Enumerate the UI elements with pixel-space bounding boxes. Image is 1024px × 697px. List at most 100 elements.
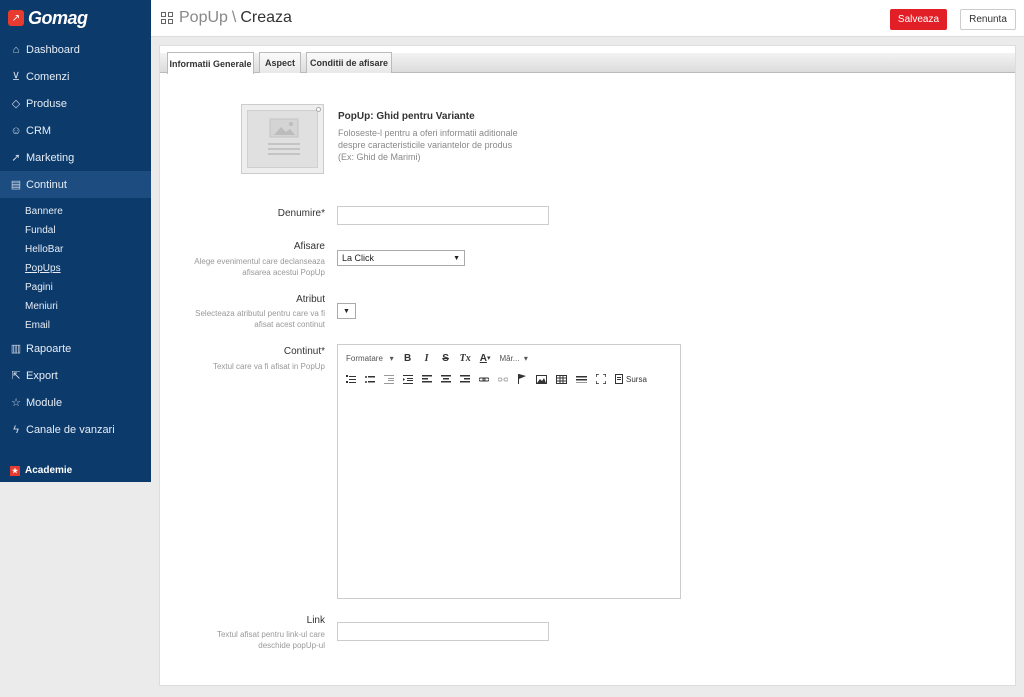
denumire-label: Denumire*	[277, 208, 325, 219]
bullet-list-icon[interactable]	[365, 373, 375, 385]
editor-toolbar-row-2: Sursa	[346, 371, 656, 387]
cart-icon: ⊻	[11, 71, 21, 83]
sidebar-item-comenzi[interactable]: ⊻ Comenzi	[0, 63, 151, 90]
align-center-icon[interactable]	[441, 373, 451, 385]
sidebar-item-academie[interactable]: ★ Academie	[10, 465, 72, 476]
link-icon[interactable]	[479, 373, 489, 385]
sidebar-item-label: Continut	[26, 178, 67, 191]
link-label: Link	[306, 615, 325, 626]
help-line: Selecteaza atributul pentru care va fi	[195, 309, 325, 318]
tab-informatii-generale[interactable]: Informatii Generale	[167, 52, 254, 74]
header: PopUp \ Creaza Salveaza Renunta	[151, 0, 1024, 37]
atribut-label: Atribut	[296, 294, 325, 305]
academie-icon: ★	[10, 465, 20, 476]
tab-aspect[interactable]: Aspect	[259, 52, 301, 73]
image-placeholder-icon	[247, 110, 318, 168]
sidebar-subitem-popups[interactable]: PopUps	[0, 259, 151, 278]
sidebar-subitem-email[interactable]: Email	[0, 316, 151, 335]
sidebar-item-continut[interactable]: ▤ Continut	[0, 171, 151, 198]
atribut-select[interactable]: ▼	[337, 303, 356, 319]
logo[interactable]: ↗ Gomag	[0, 0, 151, 36]
logo-text: Gomag	[28, 7, 88, 28]
sidebar: ↗ Gomag ⌂ Dashboard ⊻ Comenzi ◇ Produse …	[0, 0, 151, 482]
align-left-icon[interactable]	[422, 373, 432, 385]
sidebar-subitem-meniuri[interactable]: Meniuri	[0, 297, 151, 316]
dropdown-arrow-icon: ▼	[343, 307, 350, 315]
description-line: despre caracteristicile variantelor de p…	[338, 140, 513, 150]
align-right-icon[interactable]	[460, 373, 470, 385]
afisare-help: Alege evenimentul care declanseaza afisa…	[160, 256, 325, 278]
sidebar-subitem-bannere[interactable]: Bannere	[0, 202, 151, 221]
plug-icon: ϟ	[13, 423, 19, 436]
grid-icon	[161, 12, 173, 24]
sidebar-item-label: Export	[26, 369, 58, 382]
numbered-list-icon[interactable]	[346, 373, 356, 385]
radio-icon[interactable]	[316, 107, 321, 112]
size-dropdown[interactable]: Măr... ▾	[499, 352, 527, 364]
strikethrough-button[interactable]: S	[441, 352, 451, 364]
bold-button[interactable]: B	[403, 352, 413, 364]
sidebar-item-label: Dashboard	[26, 43, 80, 56]
denumire-input[interactable]	[337, 206, 549, 225]
breadcrumb[interactable]: PopUp	[179, 9, 228, 27]
sidebar-item-crm[interactable]: ☺ CRM	[0, 117, 151, 144]
main-panel: Informatii Generale Aspect Conditii de a…	[159, 45, 1016, 686]
sidebar-item-label: Module	[26, 396, 63, 409]
link-text-input[interactable]	[337, 622, 549, 641]
tag-icon: ◇	[11, 98, 21, 110]
chevron-down-icon: ▾	[523, 353, 528, 363]
image-icon[interactable]	[536, 373, 547, 385]
logo-icon: ↗	[8, 10, 24, 26]
sidebar-item-rapoarte[interactable]: ▥ Rapoarte	[0, 335, 151, 362]
sidebar-item-export[interactable]: ⇱ Export	[0, 362, 151, 389]
save-button[interactable]: Salveaza	[890, 9, 947, 30]
sidebar-subitem-fundal[interactable]: Fundal	[0, 221, 151, 240]
afisare-label: Afisare	[293, 241, 325, 252]
chevron-down-icon: ▾	[389, 353, 394, 363]
atribut-help: Selecteaza atributul pentru care va fi a…	[160, 308, 325, 330]
afisare-select[interactable]: La Click ▼	[337, 250, 465, 266]
anchor-flag-icon[interactable]	[517, 373, 527, 385]
cancel-button[interactable]: Renunta	[960, 9, 1016, 30]
sidebar-item-produse[interactable]: ◇ Produse	[0, 90, 151, 117]
sidebar-item-label: CRM	[26, 124, 52, 137]
help-line: Textul afisat pentru link-ul care	[216, 630, 325, 639]
page-title: PopUp \ Creaza	[161, 9, 292, 27]
sidebar-item-label: Produse	[26, 97, 67, 110]
maximize-icon[interactable]	[596, 373, 606, 385]
indent-icon[interactable]	[403, 373, 413, 385]
description-line: (Ex: Ghid de Marimi)	[338, 152, 421, 162]
dropdown-arrow-icon: ▼	[453, 254, 460, 262]
source-button[interactable]: Sursa	[615, 373, 647, 385]
unlink-icon[interactable]	[498, 373, 508, 385]
chart-icon: ▥	[10, 343, 22, 355]
popup-type-title: PopUp: Ghid pentru Variante	[338, 111, 475, 122]
help-line: deschide popUp-ul	[258, 641, 325, 650]
sidebar-item-dashboard[interactable]: ⌂ Dashboard	[0, 36, 151, 63]
popup-preview-thumbnail	[241, 104, 324, 174]
rocket-icon: ➚	[11, 152, 21, 164]
rich-text-editor[interactable]: Formatare ▾ B I S Tx A ▾ Măr... ▾ Sursa	[337, 344, 681, 599]
sidebar-item-canale[interactable]: ϟ Canale de vanzari	[0, 416, 151, 443]
italic-button[interactable]: I	[422, 352, 432, 364]
sidebar-subitem-pagini[interactable]: Pagini	[0, 278, 151, 297]
help-line: Alege evenimentul care declanseaza	[194, 257, 325, 266]
clear-format-button[interactable]: Tx	[460, 352, 471, 364]
export-icon: ⇱	[11, 370, 21, 382]
outdent-icon[interactable]	[384, 373, 394, 385]
chevron-down-icon: ▾	[486, 355, 491, 362]
table-icon[interactable]	[556, 373, 567, 385]
text-color-button[interactable]: A ▾	[480, 352, 491, 364]
horizontal-line-icon[interactable]	[576, 373, 587, 385]
sidebar-item-label: Academie	[25, 465, 73, 476]
tab-conditii-afisare[interactable]: Conditii de afisare	[306, 52, 392, 73]
sidebar-item-marketing[interactable]: ➚ Marketing	[0, 144, 151, 171]
help-line: afisat acest continut	[254, 320, 325, 329]
sidebar-item-label: Canale de vanzari	[26, 423, 115, 436]
breadcrumb-separator: \	[231, 9, 237, 26]
format-dropdown[interactable]: Formatare ▾	[346, 352, 394, 364]
sidebar-subitem-hellobar[interactable]: HelloBar	[0, 240, 151, 259]
size-dropdown-label: Măr...	[499, 353, 520, 363]
sidebar-item-module[interactable]: ☆ Module	[0, 389, 151, 416]
text-color-icon: A	[479, 352, 487, 364]
